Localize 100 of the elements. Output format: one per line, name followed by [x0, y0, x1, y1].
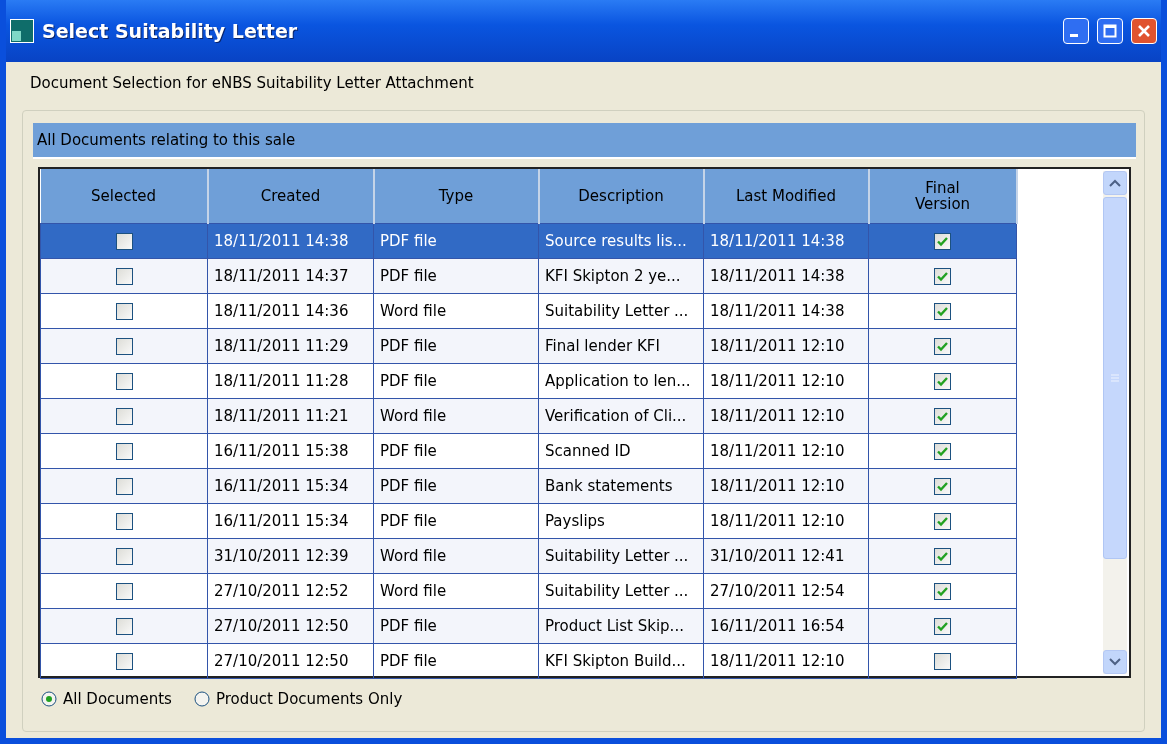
table-cell: Word file: [373, 573, 539, 609]
table-cell: 18/11/2011 12:10: [703, 643, 869, 679]
scrollbar-thumb[interactable]: [1103, 197, 1127, 559]
table-cell: 16/11/2011 15:34: [207, 503, 374, 539]
column-header[interactable]: Last Modified: [703, 169, 869, 224]
table-cell: 18/11/2011 11:29: [207, 328, 374, 364]
checkbox[interactable]: [115, 443, 133, 460]
checkbox[interactable]: [934, 408, 951, 425]
window-title: Select Suitability Letter: [42, 20, 299, 42]
checkbox[interactable]: [934, 653, 951, 670]
column-header[interactable]: Created: [207, 169, 374, 224]
table-cell: 27/10/2011 12:54: [703, 573, 869, 609]
table-cell: Bank statements: [538, 468, 704, 504]
checkbox[interactable]: [934, 513, 951, 530]
table-cell: 18/11/2011 12:10: [703, 433, 869, 469]
checkbox[interactable]: [115, 303, 133, 320]
table-cell: Suitability Letter ...: [538, 538, 704, 574]
checkbox[interactable]: [115, 513, 133, 530]
table-cell: PDF file: [373, 608, 539, 644]
table-cell: 31/10/2011 12:41: [703, 538, 869, 574]
table-cell: 18/11/2011 12:10: [703, 363, 869, 399]
scroll-down-button[interactable]: [1103, 650, 1127, 674]
table-cell: KFI Skipton Build...: [538, 643, 704, 679]
table-cell: Final lender KFI: [538, 328, 704, 364]
column-header[interactable]: Type: [373, 169, 539, 224]
table-cell: PDF file: [373, 328, 539, 364]
chevron-down-icon: [1109, 658, 1121, 666]
table-cell: 27/10/2011 12:52: [207, 573, 374, 609]
checkbox[interactable]: [934, 478, 951, 495]
minimize-button[interactable]: [1063, 18, 1089, 44]
checkbox[interactable]: [115, 653, 133, 670]
minimize-icon: [1070, 33, 1078, 37]
close-button[interactable]: [1131, 18, 1157, 44]
table-cell: PDF file: [373, 223, 539, 259]
table-cell: 18/11/2011 14:38: [703, 258, 869, 294]
maximize-button[interactable]: [1097, 18, 1123, 44]
scroll-up-button[interactable]: [1103, 171, 1127, 195]
radio-option[interactable]: Product Documents Only: [193, 690, 403, 708]
table-cell: Word file: [373, 293, 539, 329]
close-icon: [1137, 24, 1151, 38]
table-cell: Suitability Letter ...: [538, 573, 704, 609]
table-cell: 18/11/2011 12:10: [703, 398, 869, 434]
table-cell: Application to len...: [538, 363, 704, 399]
table-cell: 18/11/2011 14:38: [703, 293, 869, 329]
checkbox[interactable]: [934, 548, 951, 565]
table-cell: Word file: [373, 398, 539, 434]
checkbox[interactable]: [115, 618, 133, 635]
column-header[interactable]: Selected: [40, 169, 208, 224]
table-cell: 27/10/2011 12:50: [207, 608, 374, 644]
checkbox[interactable]: [115, 408, 133, 425]
checkbox[interactable]: [115, 583, 133, 600]
checkbox[interactable]: [934, 373, 951, 390]
table-cell: 18/11/2011 12:10: [703, 468, 869, 504]
table-cell: Payslips: [538, 503, 704, 539]
checkbox[interactable]: [934, 303, 951, 320]
table-cell: PDF file: [373, 433, 539, 469]
radio-option[interactable]: All Documents: [41, 690, 172, 708]
table-cell: Verification of Cli...: [538, 398, 704, 434]
table-cell: Word file: [373, 538, 539, 574]
checkbox[interactable]: [115, 338, 133, 355]
table-cell: 16/11/2011 16:54: [703, 608, 869, 644]
table-cell: 18/11/2011 14:38: [207, 223, 374, 259]
checkbox[interactable]: [115, 373, 133, 390]
table-cell: 18/11/2011 12:10: [703, 328, 869, 364]
chevron-up-icon: [1109, 179, 1121, 187]
table-cell: 27/10/2011 12:50: [207, 643, 374, 679]
table-cell: 18/11/2011 14:36: [207, 293, 374, 329]
column-header[interactable]: Description: [538, 169, 704, 224]
table-cell: PDF file: [373, 363, 539, 399]
table-cell: Product List Skip...: [538, 608, 704, 644]
app-icon: [10, 19, 34, 43]
checkbox[interactable]: [115, 548, 133, 565]
table-cell: KFI Skipton 2 ye...: [538, 258, 704, 294]
table-cell: 18/11/2011 11:21: [207, 398, 374, 434]
table-cell: 18/11/2011 14:37: [207, 258, 374, 294]
table-cell: 16/11/2011 15:38: [207, 433, 374, 469]
checkbox[interactable]: [115, 268, 133, 285]
checkbox[interactable]: [934, 443, 951, 460]
table-cell: Scanned ID: [538, 433, 704, 469]
group-header: All Documents relating to this sale: [33, 123, 1136, 159]
checkbox[interactable]: [934, 268, 951, 285]
table-cell: Source results lis...: [538, 223, 704, 259]
table-cell: PDF file: [373, 468, 539, 504]
table-cell: PDF file: [373, 643, 539, 679]
table-cell: 31/10/2011 12:39: [207, 538, 374, 574]
checkbox[interactable]: [115, 478, 133, 495]
checkbox[interactable]: [115, 233, 133, 250]
table-cell: PDF file: [373, 258, 539, 294]
table-cell: 18/11/2011 14:38: [703, 223, 869, 259]
dialog-heading: Document Selection for eNBS Suitability Letter Attachment: [29, 73, 475, 94]
checkbox[interactable]: [934, 338, 951, 355]
table-cell: Suitability Letter ...: [538, 293, 704, 329]
maximize-icon: [1103, 24, 1117, 38]
checkbox[interactable]: [934, 233, 951, 250]
column-header[interactable]: Final Version: [868, 169, 1017, 224]
table-cell: 18/11/2011 11:28: [207, 363, 374, 399]
checkbox[interactable]: [934, 583, 951, 600]
checkbox[interactable]: [934, 618, 951, 635]
table-cell: 16/11/2011 15:34: [207, 468, 374, 504]
table-cell: 18/11/2011 12:10: [703, 503, 869, 539]
